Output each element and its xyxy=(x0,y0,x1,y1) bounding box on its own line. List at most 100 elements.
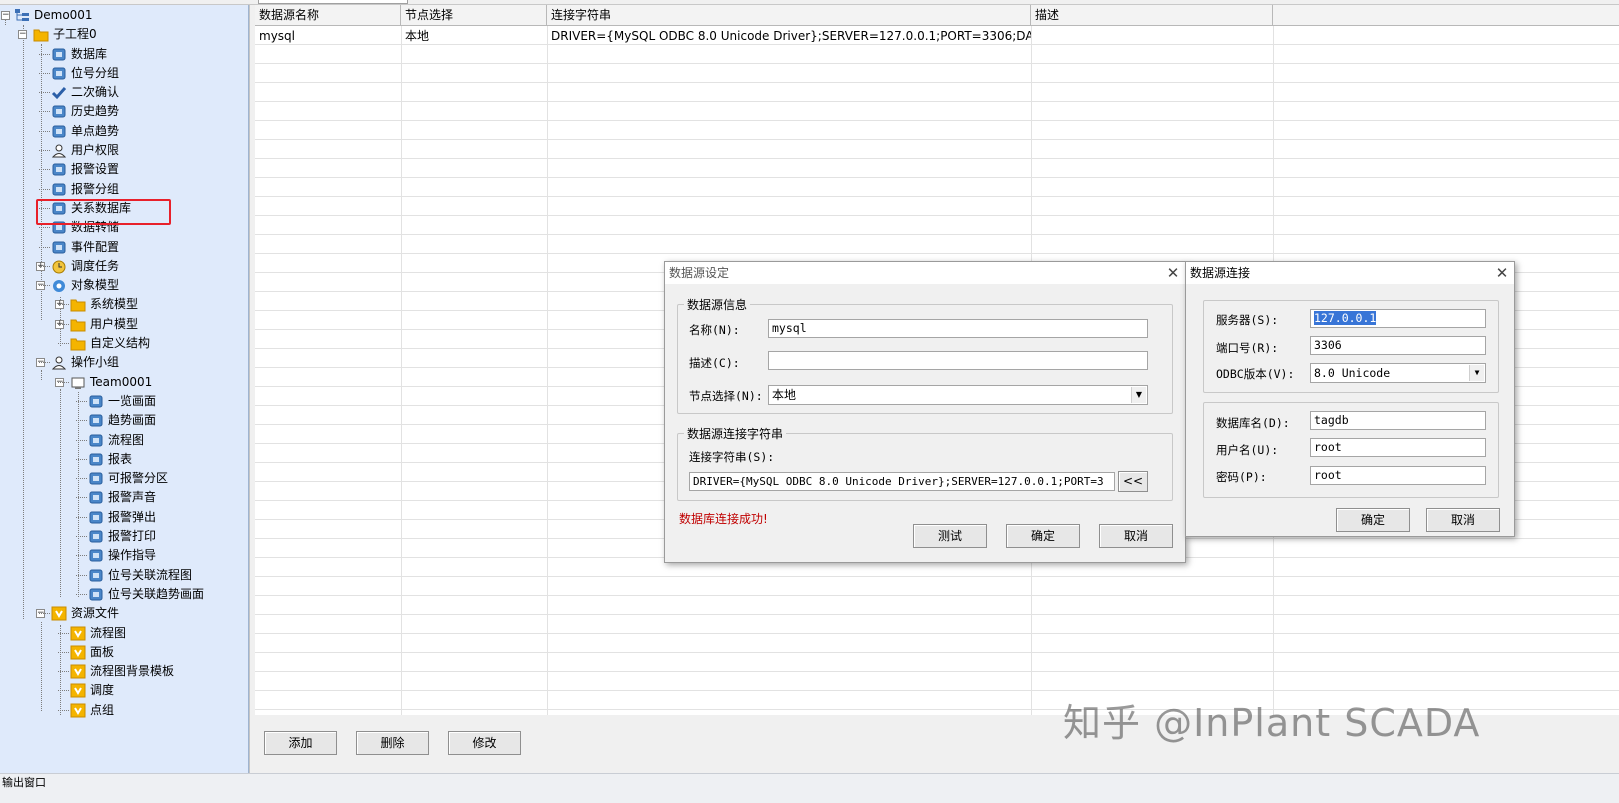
tree-item-label: 资源文件 xyxy=(71,606,120,621)
dropdown-arrow-icon[interactable]: ▼ xyxy=(1469,365,1484,381)
tree-item[interactable]: 调度 xyxy=(0,681,240,700)
dialog-title-bar[interactable]: 数据源设定 xyxy=(665,262,1185,284)
tree-item-label: 流程图 xyxy=(108,432,145,447)
dialog-title-bar[interactable]: 数据源连接 xyxy=(1186,262,1514,284)
tree-item[interactable]: 位号关联流程图 xyxy=(0,566,240,585)
close-icon[interactable]: ✕ xyxy=(1163,262,1183,284)
tree-item[interactable]: + 调度任务 xyxy=(0,257,240,276)
tree-item[interactable]: 流程图背景模板 xyxy=(0,662,240,681)
dbname-input[interactable]: tagdb xyxy=(1310,411,1486,430)
col-header-desc[interactable]: 描述 xyxy=(1031,5,1273,26)
tree-item[interactable]: 流程图 xyxy=(0,431,240,450)
password-input[interactable]: root xyxy=(1310,466,1486,485)
tree-root[interactable]: − Demo001 xyxy=(0,6,240,25)
guide-icon xyxy=(88,548,104,563)
single-trend-icon xyxy=(51,124,67,139)
dropdown-arrow-icon[interactable]: ▼ xyxy=(1131,387,1146,403)
tag-flowchart-icon xyxy=(88,568,104,583)
datasource-connection-dialog: 数据源连接 ✕ 服务器(S): 127.0.0.1 端口号(R): 3306 O… xyxy=(1185,261,1515,537)
col-header-name[interactable]: 数据源名称 xyxy=(255,5,401,26)
folder-icon xyxy=(70,317,86,332)
tree-item[interactable]: 位号关联趋势画面 xyxy=(0,585,240,604)
event-config-icon xyxy=(51,240,67,255)
tree-item-label: 对象模型 xyxy=(71,278,120,293)
tree-item[interactable]: 可报警分区 xyxy=(0,469,240,488)
tree-item[interactable]: 趋势画面 xyxy=(0,411,240,430)
alarm-settings-icon xyxy=(51,162,67,177)
printer-icon xyxy=(88,529,104,544)
tree-subproject[interactable]: − 子工程0 xyxy=(0,25,240,44)
odbc-select[interactable]: 8.0 Unicode ▼ xyxy=(1310,363,1486,383)
tree-item[interactable]: 流程图 xyxy=(0,624,240,643)
tree-item[interactable]: 报表 xyxy=(0,450,240,469)
table-row[interactable]: mysql 本地 DRIVER={MySQL ODBC 8.0 Unicode … xyxy=(255,27,1273,46)
tree-item[interactable]: 报警打印 xyxy=(0,527,240,546)
tree-item[interactable]: + 用户模型 xyxy=(0,315,240,334)
delete-button[interactable]: 删除 xyxy=(356,731,429,755)
collapse-icon[interactable]: − xyxy=(1,11,10,20)
checkmark-icon xyxy=(51,85,67,100)
tag-trend-icon xyxy=(88,587,104,602)
tree-item-label: 系统模型 xyxy=(90,297,139,312)
close-icon[interactable]: ✕ xyxy=(1492,262,1512,284)
node-select[interactable]: 本地 ▼ xyxy=(768,385,1148,405)
tree-item[interactable]: 单点趋势 xyxy=(0,122,240,141)
tree-item-label: 一览画面 xyxy=(108,393,157,408)
tree-item[interactable]: 报警分组 xyxy=(0,180,240,199)
port-input[interactable]: 3306 xyxy=(1310,336,1486,355)
dialog-title: 数据源连接 xyxy=(1190,266,1251,280)
conn-label: 连接字符串(S): xyxy=(689,450,775,464)
info-group-title: 数据源信息 xyxy=(684,296,751,313)
popup-icon xyxy=(88,510,104,525)
tree-item[interactable]: 历史趋势 xyxy=(0,102,240,121)
tree-item[interactable]: + 系统模型 xyxy=(0,295,240,314)
conn-input[interactable]: DRIVER={MySQL ODBC 8.0 Unicode Driver};S… xyxy=(689,472,1115,491)
server-input[interactable]: 127.0.0.1 xyxy=(1310,309,1486,328)
tree-item[interactable]: 一览画面 xyxy=(0,392,240,411)
tree-item[interactable]: 数据库 xyxy=(0,45,240,64)
name-label: 名称(N): xyxy=(689,323,740,337)
tree-item[interactable]: 报警弹出 xyxy=(0,508,240,527)
tree-item[interactable]: 二次确认 xyxy=(0,83,240,102)
cancel-button[interactable]: 取消 xyxy=(1426,508,1500,532)
cancel-button[interactable]: 取消 xyxy=(1099,524,1173,548)
object-model-icon xyxy=(51,278,67,293)
expand-conn-button[interactable]: << xyxy=(1118,471,1148,492)
tree-item-label: 用户权限 xyxy=(71,143,120,157)
col-header-conn[interactable]: 连接字符串 xyxy=(547,5,1031,26)
collapse-icon[interactable]: − xyxy=(18,30,27,39)
tree-item-label: 用户模型 xyxy=(90,316,139,331)
tree-item[interactable]: 面板 xyxy=(0,643,240,662)
tree-item[interactable]: 点组 xyxy=(0,701,240,720)
tree-item[interactable]: 操作指导 xyxy=(0,546,240,565)
ok-button[interactable]: 确定 xyxy=(1006,524,1080,548)
add-button[interactable]: 添加 xyxy=(264,731,337,755)
history-trend-icon xyxy=(51,104,67,119)
tree-item-label: 趋势画面 xyxy=(108,413,157,428)
name-input[interactable]: mysql xyxy=(768,319,1148,338)
desc-input[interactable] xyxy=(768,351,1148,370)
tree-item[interactable]: 报警声音 xyxy=(0,488,240,507)
col-header-node[interactable]: 节点选择 xyxy=(401,5,547,26)
tree-item-label: 调度 xyxy=(90,683,115,698)
test-button[interactable]: 测试 xyxy=(913,524,987,548)
tree-item-label: 报警分组 xyxy=(71,181,120,196)
tree-item[interactable]: 报警设置 xyxy=(0,160,240,179)
tree-item[interactable]: − 对象模型 xyxy=(0,276,240,295)
tree-item-label: 报警打印 xyxy=(108,529,157,543)
username-input[interactable]: root xyxy=(1310,438,1486,457)
tree-item[interactable]: 位号分组 xyxy=(0,64,240,83)
alarm-group-icon xyxy=(51,182,67,197)
modify-button[interactable]: 修改 xyxy=(448,731,521,755)
alarm-zone-icon xyxy=(88,471,104,486)
tree-item[interactable]: 事件配置 xyxy=(0,238,240,257)
top-input[interactable] xyxy=(258,0,408,4)
ok-button[interactable]: 确定 xyxy=(1336,508,1410,532)
folder-icon xyxy=(70,297,86,312)
tree-item[interactable]: − 资源文件 xyxy=(0,604,240,623)
tree-item[interactable]: − Team0001 xyxy=(0,373,240,392)
tree-item[interactable]: 自定义结构 xyxy=(0,334,240,353)
tree-item[interactable]: 用户权限 xyxy=(0,141,240,160)
tree-item[interactable]: − 操作小组 xyxy=(0,353,240,372)
tree-subproject-label: 子工程0 xyxy=(53,27,97,41)
